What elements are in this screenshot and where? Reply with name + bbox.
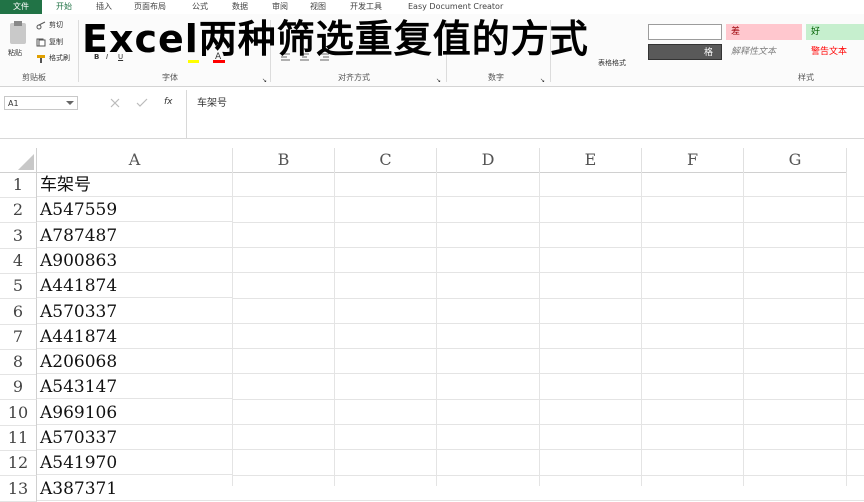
gridline bbox=[232, 449, 864, 451]
gridline bbox=[232, 398, 864, 400]
column-header-e[interactable]: E bbox=[540, 148, 642, 173]
gridline bbox=[334, 172, 335, 486]
cell-a[interactable]: A787487 bbox=[37, 223, 232, 248]
format-painter-icon[interactable] bbox=[36, 54, 46, 63]
style-check-cell[interactable]: 格 bbox=[648, 44, 722, 60]
font-dialog-launcher-icon[interactable]: ↘ bbox=[262, 76, 267, 86]
cell-a[interactable]: A387371 bbox=[37, 476, 232, 501]
cell-a[interactable]: A547559 bbox=[37, 197, 232, 223]
cell-a[interactable]: A441874 bbox=[37, 273, 232, 299]
row-header[interactable]: 9 bbox=[0, 374, 37, 401]
cancel-icon[interactable] bbox=[110, 98, 120, 108]
row-header[interactable]: 11 bbox=[0, 425, 37, 451]
divider bbox=[78, 20, 79, 82]
copy-button[interactable]: 复制 bbox=[49, 37, 63, 47]
gridline bbox=[232, 348, 864, 350]
column-header-g[interactable]: G bbox=[744, 148, 847, 173]
gridline bbox=[232, 322, 864, 324]
gridline bbox=[232, 297, 864, 299]
style-warning-cell[interactable]: 警告文本 bbox=[806, 44, 864, 60]
row-header[interactable]: 5 bbox=[0, 273, 37, 300]
formula-bar: A1 fx 车架号 bbox=[0, 90, 864, 139]
clipboard-group-label: 剪贴板 bbox=[22, 73, 46, 82]
cell-a[interactable]: A969106 bbox=[37, 400, 232, 425]
worksheet-grid[interactable]: A B C D E F G 1 车架号 2 A547559 3 A787487 4 A900863 5 A441… bbox=[0, 148, 864, 502]
formula-input[interactable]: 车架号 bbox=[186, 90, 864, 138]
column-header-b[interactable]: B bbox=[233, 148, 335, 173]
row-header[interactable]: 10 bbox=[0, 399, 37, 426]
copy-icon[interactable] bbox=[36, 38, 46, 47]
row-header[interactable]: 8 bbox=[0, 349, 37, 376]
gridline bbox=[232, 424, 864, 425]
gridline bbox=[743, 172, 744, 486]
cell-a[interactable]: A543147 bbox=[37, 374, 232, 400]
gridline bbox=[232, 196, 864, 198]
gridline bbox=[436, 172, 437, 486]
chevron-down-icon[interactable] bbox=[66, 101, 74, 106]
row-header[interactable]: 6 bbox=[0, 298, 37, 325]
cell-a[interactable]: A206068 bbox=[37, 349, 232, 375]
gridline bbox=[846, 172, 847, 486]
tab-file[interactable]: 文件 bbox=[0, 0, 42, 14]
cell-a[interactable]: A441874 bbox=[37, 324, 232, 349]
row-header[interactable]: 2 bbox=[0, 197, 37, 224]
paste-button-label[interactable]: 粘贴 bbox=[8, 48, 22, 58]
row-header[interactable]: 1 bbox=[0, 172, 37, 198]
row-header[interactable]: 12 bbox=[0, 450, 37, 477]
gridline bbox=[232, 272, 864, 274]
format-as-table-button[interactable]: 表格格式 bbox=[598, 58, 626, 68]
column-header-d[interactable]: D bbox=[437, 148, 540, 173]
formula-content: 车架号 bbox=[197, 98, 227, 109]
styles-group-label: 样式 bbox=[798, 73, 814, 82]
cell-a[interactable]: A900863 bbox=[37, 248, 232, 273]
select-all-triangle-icon bbox=[18, 154, 34, 170]
alignment-group-label: 对齐方式 bbox=[338, 73, 370, 82]
cell-a[interactable]: 车架号 bbox=[37, 172, 232, 197]
row-header[interactable]: 7 bbox=[0, 323, 37, 350]
tab-home[interactable]: 开始 bbox=[56, 0, 72, 14]
gridline bbox=[539, 172, 540, 486]
cut-button[interactable]: 剪切 bbox=[49, 20, 63, 30]
column-header-a[interactable]: A bbox=[37, 148, 233, 173]
cell-a[interactable]: A541970 bbox=[37, 450, 232, 476]
style-neutral-cell[interactable] bbox=[648, 24, 722, 40]
style-bad-cell[interactable]: 差 bbox=[726, 24, 802, 40]
number-group-label: 数字 bbox=[488, 73, 504, 82]
gridline bbox=[232, 172, 233, 486]
column-header-c[interactable]: C bbox=[335, 148, 437, 173]
cell-a[interactable]: A570337 bbox=[37, 425, 232, 450]
row-header[interactable]: 3 bbox=[0, 222, 37, 249]
column-header-f[interactable]: F bbox=[642, 148, 744, 173]
enter-check-icon[interactable] bbox=[136, 98, 148, 108]
gridline bbox=[232, 221, 864, 223]
alignment-dialog-launcher-icon[interactable]: ↘ bbox=[436, 76, 441, 86]
row-header[interactable]: 4 bbox=[0, 247, 37, 274]
format-painter-button[interactable]: 格式刷 bbox=[49, 53, 70, 63]
style-good-cell[interactable]: 好 bbox=[806, 24, 864, 40]
row-header[interactable]: 13 bbox=[0, 475, 37, 502]
font-group-label: 字体 bbox=[162, 73, 178, 82]
number-dialog-launcher-icon[interactable]: ↘ bbox=[540, 76, 545, 86]
gridline bbox=[641, 172, 642, 486]
paste-icon[interactable] bbox=[8, 20, 28, 46]
insert-function-icon[interactable]: fx bbox=[164, 97, 173, 107]
gridline bbox=[232, 373, 864, 375]
select-all-corner[interactable] bbox=[0, 148, 37, 173]
gridline bbox=[232, 474, 864, 476]
cell-a[interactable]: A570337 bbox=[37, 299, 232, 324]
style-explanatory-cell[interactable]: 解释性文本 bbox=[726, 44, 802, 60]
gridline bbox=[232, 499, 864, 501]
video-title-overlay: Excel两种筛选重复值的方式 bbox=[82, 17, 589, 61]
scissors-icon[interactable] bbox=[36, 21, 46, 30]
gridline bbox=[232, 246, 864, 248]
